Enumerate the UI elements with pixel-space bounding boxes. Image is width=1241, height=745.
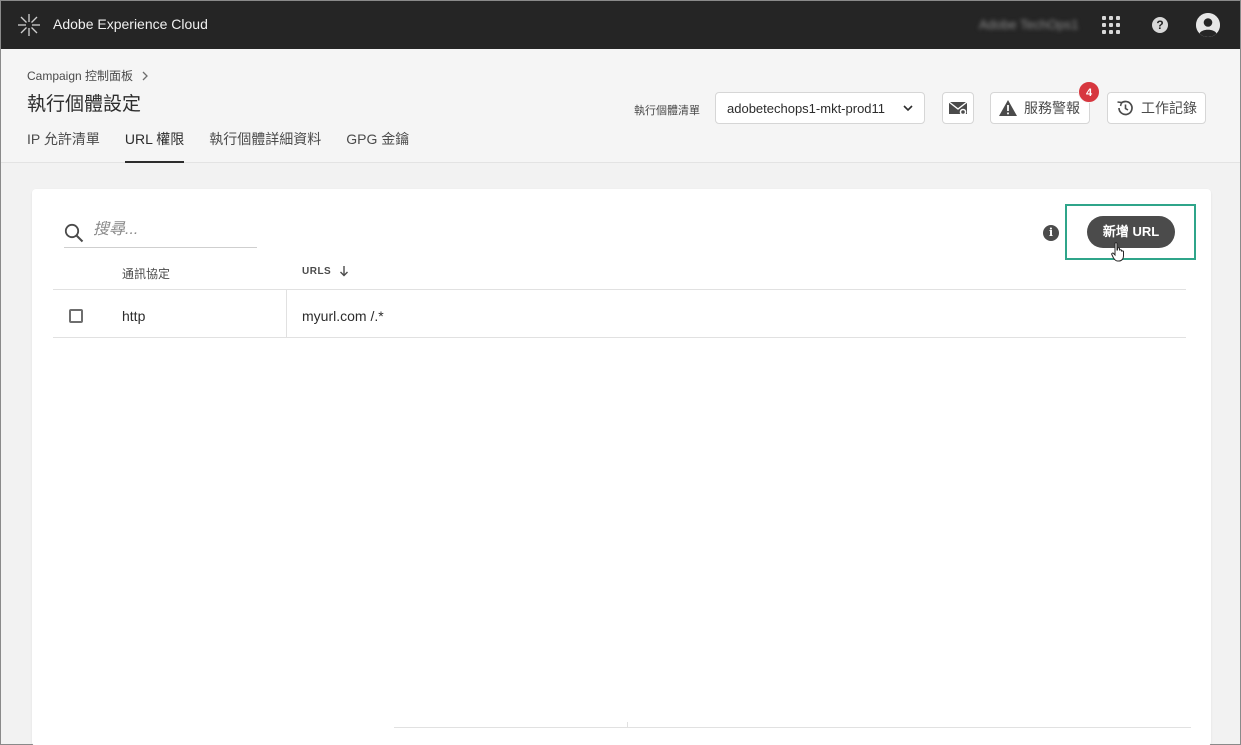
service-alerts-label: 服務警報 bbox=[1024, 100, 1080, 116]
instance-select[interactable]: adobetechops1-mkt-prod11 bbox=[715, 92, 925, 124]
top-navigation-bar: Adobe Experience Cloud Adobe TechOps1 ? bbox=[1, 1, 1240, 49]
url-cell: myurl.com /.* bbox=[302, 308, 384, 324]
hand-pointer-icon bbox=[1111, 242, 1124, 262]
scrollbar-track[interactable] bbox=[394, 727, 1191, 728]
scrollbar-tick bbox=[627, 722, 628, 728]
email-settings-icon bbox=[948, 101, 968, 116]
search-input[interactable] bbox=[93, 221, 243, 239]
column-header-urls-label: URLS bbox=[302, 265, 332, 277]
user-avatar-icon[interactable] bbox=[1196, 13, 1220, 37]
column-divider bbox=[286, 290, 287, 337]
email-button[interactable] bbox=[942, 92, 974, 124]
tab-url-permissions[interactable]: URL 權限 bbox=[124, 129, 185, 163]
history-icon bbox=[1117, 100, 1133, 116]
alerts-count-badge: 4 bbox=[1078, 81, 1100, 103]
add-url-button[interactable]: 新增 URL bbox=[1087, 216, 1175, 248]
column-header-protocol[interactable]: 通訊協定 bbox=[122, 265, 170, 282]
url-permissions-panel: i 新增 URL 通訊協定 URLS http myurl.com /.* bbox=[32, 189, 1211, 745]
column-header-urls[interactable]: URLS bbox=[302, 265, 349, 277]
breadcrumb-link[interactable]: Campaign 控制面板 bbox=[27, 67, 133, 84]
table-row[interactable]: http myurl.com /.* bbox=[53, 290, 1186, 337]
brand-title[interactable]: Adobe Experience Cloud bbox=[53, 16, 208, 32]
info-icon[interactable]: i bbox=[1043, 225, 1059, 241]
job-log-label: 工作記錄 bbox=[1141, 100, 1197, 116]
sort-descending-icon bbox=[340, 266, 349, 277]
tab-bar: IP 允許清單 URL 權限 執行個體詳細資料 GPG 金鑰 bbox=[27, 129, 409, 163]
chevron-right-icon bbox=[142, 71, 148, 80]
instance-select-value: adobetechops1-mkt-prod11 bbox=[727, 100, 886, 116]
row-divider bbox=[53, 337, 1186, 338]
tab-instance-details[interactable]: 執行個體詳細資料 bbox=[209, 129, 321, 163]
adobe-logo-icon[interactable] bbox=[17, 13, 41, 37]
job-log-button[interactable]: 工作記錄 bbox=[1107, 92, 1206, 124]
alert-triangle-icon bbox=[999, 100, 1017, 116]
page-header: Campaign 控制面板 執行個體設定 IP 允許清單 URL 權限 執行個體… bbox=[1, 49, 1240, 163]
breadcrumb: Campaign 控制面板 bbox=[27, 67, 149, 84]
protocol-cell: http bbox=[122, 308, 146, 324]
org-name[interactable]: Adobe TechOps1 bbox=[979, 17, 1079, 32]
page-title: 執行個體設定 bbox=[27, 94, 142, 115]
row-checkbox[interactable] bbox=[69, 309, 83, 323]
service-alerts-button[interactable]: 服務警報 bbox=[990, 92, 1090, 124]
help-icon[interactable]: ? bbox=[1152, 17, 1168, 33]
instance-list-label: 執行個體清單 bbox=[634, 105, 700, 117]
tab-gpg-keys[interactable]: GPG 金鑰 bbox=[346, 129, 409, 163]
search-box bbox=[64, 221, 257, 248]
chevron-down-icon bbox=[903, 105, 913, 112]
apps-grid-icon[interactable] bbox=[1102, 16, 1120, 34]
search-icon bbox=[64, 223, 84, 243]
tab-ip-allowlist[interactable]: IP 允許清單 bbox=[27, 129, 100, 163]
